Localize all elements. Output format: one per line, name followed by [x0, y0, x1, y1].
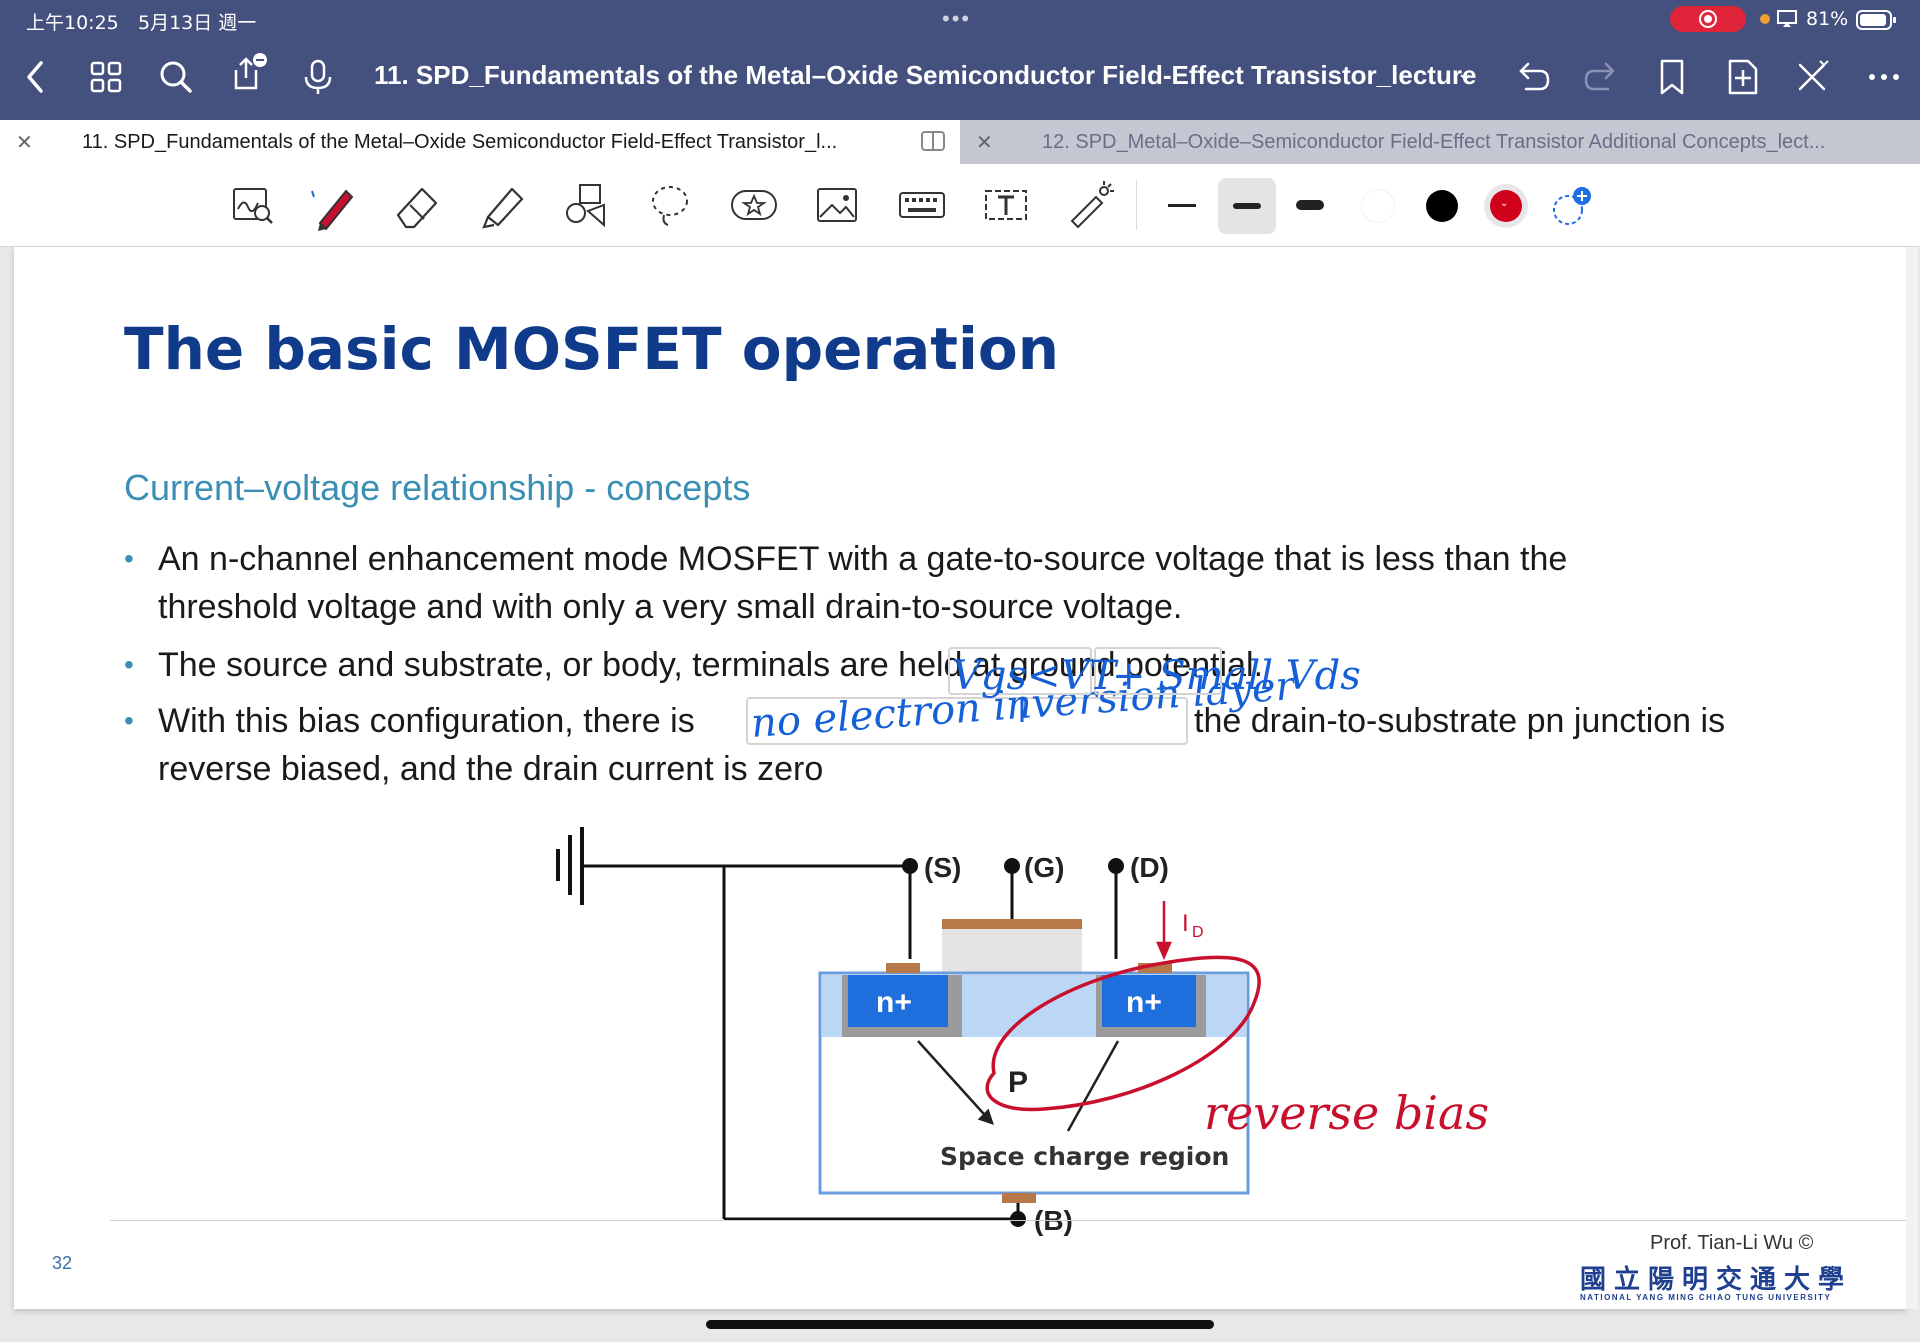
- drain-current-arrow: [1156, 901, 1172, 961]
- slide-subtitle: Current–voltage relationship - concepts: [124, 467, 751, 508]
- stroke-medium-option[interactable]: [1218, 178, 1276, 234]
- close-tab-icon[interactable]: ✕: [16, 130, 33, 155]
- text-box-icon[interactable]: [978, 177, 1034, 233]
- color-red-swatch-selected[interactable]: ⌄: [1484, 184, 1528, 228]
- handwritten-reverse-bias: reverse bias: [1204, 1086, 1489, 1140]
- tab-bar: ✕ 11. SPD_Fundamentals of the Metal–Oxid…: [0, 120, 1920, 164]
- battery-percent: 81%: [1806, 8, 1849, 30]
- airplay-icon: [1776, 9, 1798, 34]
- tab-title: 12. SPD_Metal–Oxide–Semiconductor Field-…: [1042, 131, 1826, 153]
- back-icon[interactable]: [14, 55, 58, 99]
- color-black-swatch[interactable]: [1426, 190, 1458, 222]
- top-navigation-bar: 上午10:25 5月13日 週一 ••• 81% 11. SPD_Fundame…: [0, 0, 1920, 120]
- author-credit: Prof. Tian-Li Wu ©: [1650, 1232, 1814, 1254]
- zoom-write-icon[interactable]: [226, 177, 282, 233]
- share-icon[interactable]: [224, 50, 268, 94]
- handwritten-bias-conditions: Vgs<VT + Small Vds: [952, 653, 1361, 722]
- highlighter-icon[interactable]: [474, 177, 530, 233]
- search-icon[interactable]: [154, 55, 198, 99]
- page-number: 32: [52, 1253, 73, 1273]
- footer-divider: [110, 1220, 1910, 1221]
- annotation-toolbar: ⌄: [0, 164, 1920, 247]
- svg-text:+ Small Vds: + Small Vds: [1112, 653, 1361, 699]
- bullet-1-line-1: An n-channel enhancement mode MOSFET wit…: [158, 540, 1568, 578]
- tab-lecture-11[interactable]: ✕ 11. SPD_Fundamentals of the Metal–Oxid…: [0, 120, 960, 164]
- svg-text:Vgs<VT: Vgs<VT: [952, 653, 1119, 699]
- more-options-icon[interactable]: [1862, 55, 1906, 99]
- space-charge-region-label: Space charge region: [940, 1142, 1229, 1171]
- microphone-icon[interactable]: [296, 55, 340, 99]
- pen-icon[interactable]: [304, 177, 360, 233]
- keyboard-icon[interactable]: [894, 177, 950, 233]
- svg-text:n+: n+: [1126, 986, 1162, 1019]
- ground-symbol-icon: [556, 827, 584, 905]
- svg-text:reverse bias: reverse bias: [1204, 1086, 1489, 1140]
- battery-icon: [1856, 9, 1898, 36]
- drain-current-label: I: [1182, 910, 1189, 937]
- bullet-3-line-1: With this bias configuration, there is: [158, 702, 695, 740]
- close-tab-icon[interactable]: ✕: [976, 130, 993, 155]
- bullet-3-line-2: reverse biased, and the drain current is…: [158, 750, 824, 788]
- drain-label: (D): [1130, 852, 1169, 883]
- document-title[interactable]: 11. SPD_Fundamentals of the Metal–Oxide …: [374, 60, 1476, 91]
- multitask-dots-icon[interactable]: •••: [942, 6, 971, 32]
- toolbar-divider: [1136, 180, 1137, 230]
- status-time: 上午10:25: [26, 12, 119, 34]
- bookmark-icon[interactable]: [1650, 55, 1694, 99]
- split-view-icon[interactable]: [920, 129, 948, 160]
- p-type-label: P: [1008, 1066, 1028, 1099]
- eraser-icon[interactable]: [390, 177, 446, 233]
- screen-record-icon[interactable]: [1670, 6, 1746, 32]
- close-annotations-icon[interactable]: [1790, 55, 1834, 99]
- sticker-icon[interactable]: [726, 177, 782, 233]
- image-icon[interactable]: [810, 177, 866, 233]
- drain-current-subscript: D: [1192, 924, 1204, 941]
- title-chevron-down-icon[interactable]: ⌄: [1456, 60, 1474, 86]
- home-indicator[interactable]: [706, 1320, 1214, 1329]
- gate-label: (G): [1024, 852, 1064, 883]
- university-english-name: NATIONAL YANG MING CHIAO TUNG UNIVERSITY: [1580, 1293, 1832, 1302]
- laser-pointer-icon[interactable]: [1062, 177, 1118, 233]
- shapes-icon[interactable]: [558, 177, 614, 233]
- mosfet-diagram: (S) (G) (D) (B) n+ n+ P Space charge reg…: [556, 827, 1261, 1236]
- lasso-icon[interactable]: [642, 177, 698, 233]
- svg-text:n+: n+: [876, 986, 912, 1019]
- stroke-thin-option[interactable]: [1168, 204, 1196, 207]
- bullet-1-line-2: threshold voltage and with only a very s…: [158, 588, 1183, 626]
- stroke-thick-option[interactable]: [1296, 200, 1324, 210]
- tab-lecture-12[interactable]: ✕ 12. SPD_Metal–Oxide–Semiconductor Fiel…: [960, 120, 1920, 164]
- undo-icon[interactable]: [1510, 55, 1554, 99]
- tab-title: 11. SPD_Fundamentals of the Metal–Oxide …: [82, 131, 838, 153]
- gate-oxide: [942, 929, 1082, 975]
- source-label: (S): [924, 852, 961, 883]
- redo-icon[interactable]: [1580, 55, 1624, 99]
- university-logo-text: 國立陽明交通大學: [1580, 1265, 1853, 1295]
- slide-title: The basic MOSFET operation: [124, 315, 1059, 383]
- color-white-swatch[interactable]: [1362, 190, 1394, 222]
- add-page-icon[interactable]: [1720, 55, 1764, 99]
- status-date: 5月13日 週一: [138, 12, 257, 34]
- slide-page[interactable]: The basic MOSFET operation Current–volta…: [14, 247, 1910, 1309]
- grid-view-icon[interactable]: [84, 55, 128, 99]
- page-scrollbar[interactable]: [1906, 247, 1918, 1309]
- gate-metal: [942, 919, 1082, 929]
- mic-indicator-icon: [1760, 14, 1770, 24]
- add-color-icon[interactable]: [1550, 186, 1591, 226]
